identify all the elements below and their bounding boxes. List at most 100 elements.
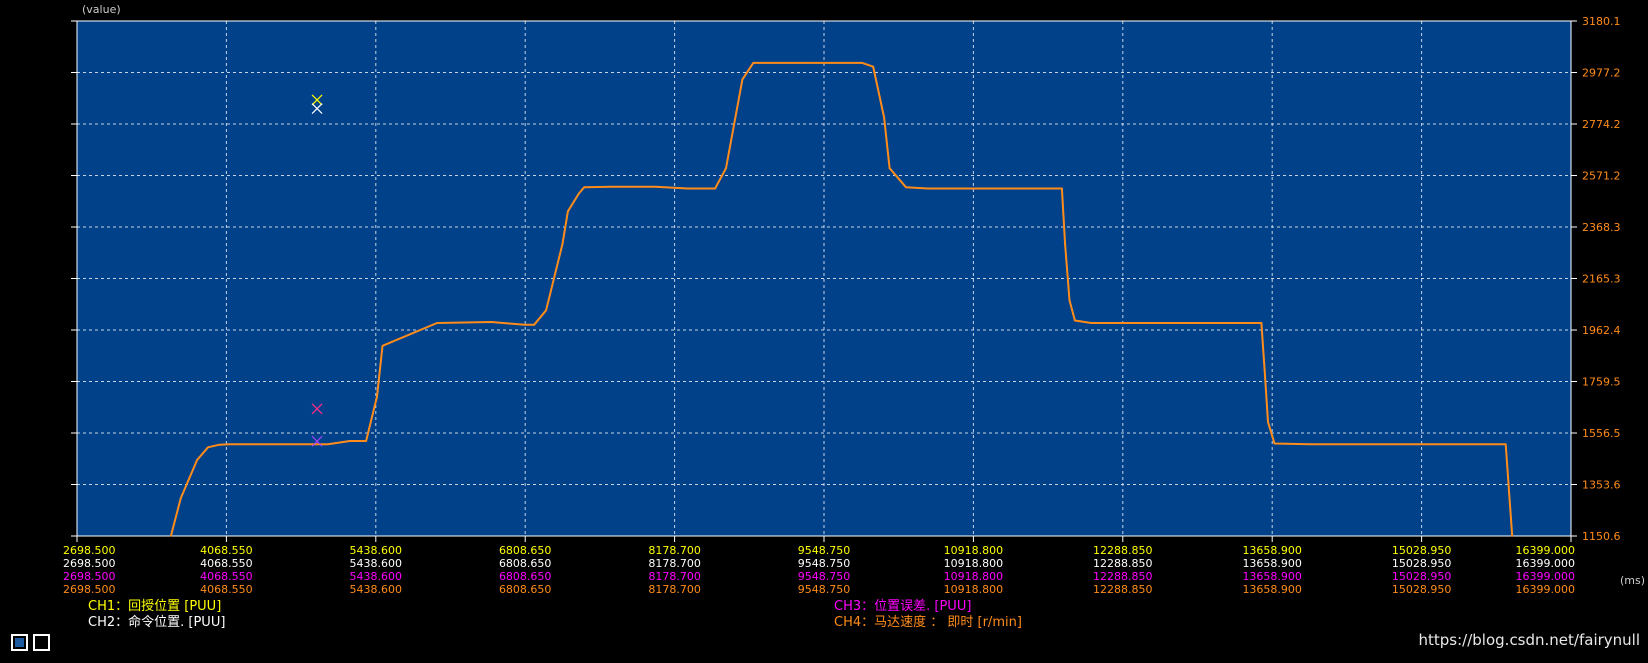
x-tick-label-ch3: 4068.550 — [200, 570, 253, 583]
data-point — [359, 440, 362, 442]
x-tick-label-ch1: 6808.650 — [499, 544, 552, 557]
x-tick-label-ch3: 16399.000 — [1516, 570, 1576, 583]
x-tick-label-ch3: 9548.750 — [798, 570, 851, 583]
x-tick-label-ch3: 12288.850 — [1093, 570, 1153, 583]
data-point — [1308, 443, 1311, 446]
x-tick-label-ch2: 4068.550 — [200, 557, 253, 570]
data-point — [207, 446, 209, 449]
data-point — [883, 116, 885, 119]
x-tick-label-ch1: 4068.550 — [200, 544, 253, 557]
x-tick-label-ch2: 8178.700 — [648, 557, 701, 570]
data-point — [1267, 421, 1269, 423]
x-tick-label-ch2: 15028.950 — [1392, 557, 1452, 570]
data-point — [1036, 187, 1038, 190]
x-tick-label-ch2: 9548.750 — [798, 557, 851, 570]
legend-ch2: CH2：命令位置. [PUU] — [88, 615, 226, 630]
data-point — [583, 186, 585, 188]
x-tick-label-ch2: 5438.600 — [350, 557, 403, 570]
data-point — [1508, 497, 1511, 499]
data-point — [261, 443, 264, 446]
x-tick-label-ch4: 9548.750 — [798, 583, 851, 596]
x-tick-label-ch1: 12288.850 — [1093, 544, 1153, 557]
x-tick-label-ch3: 5438.600 — [350, 570, 403, 583]
x-tick-label-ch2: 12288.850 — [1093, 557, 1153, 570]
x-tick-label-ch4: 2698.500 — [63, 583, 116, 596]
data-point — [872, 65, 874, 68]
data-point — [1061, 187, 1063, 190]
y-tick-label: 2977.2 — [1582, 67, 1621, 80]
view-toggle-button-a[interactable] — [11, 634, 28, 651]
data-point — [981, 187, 984, 190]
y-tick-label: 1353.6 — [1582, 479, 1621, 492]
y-tick-label: 2165.3 — [1582, 273, 1621, 286]
y-tick-label: 1962.4 — [1582, 324, 1621, 337]
data-point — [687, 187, 689, 190]
data-point — [327, 443, 329, 446]
data-point — [1273, 442, 1276, 445]
data-point — [533, 324, 535, 326]
data-point — [1504, 443, 1507, 446]
data-point — [180, 497, 182, 499]
x-tick-label-ch3: 15028.950 — [1392, 570, 1452, 583]
legend-ch3: CH3：位置误差. [PUU] — [834, 599, 972, 614]
x-tick-label-ch2: 6808.650 — [499, 557, 552, 570]
x-tick-label-ch1: 9548.750 — [798, 544, 851, 557]
x-tick-label-ch4: 4068.550 — [200, 583, 253, 596]
data-point — [578, 192, 580, 195]
data-point — [567, 210, 569, 213]
data-point — [752, 62, 755, 64]
data-point — [1064, 243, 1066, 246]
view-toggle-button-b[interactable] — [33, 634, 50, 651]
data-point — [490, 321, 493, 323]
x-tick-label-ch1: 5438.600 — [350, 544, 403, 557]
x-axis-ticks: 2698.500 4068.550 5438.600 6808.650 8178.700… — [63, 536, 1575, 596]
data-point — [1090, 322, 1093, 324]
data-point — [250, 443, 253, 446]
data-point — [381, 345, 384, 347]
data-point — [1511, 535, 1513, 537]
y-tick-label: 1759.5 — [1582, 376, 1621, 389]
data-point — [888, 167, 891, 169]
data-point — [545, 309, 547, 312]
x-tick-label-ch1: 10918.800 — [944, 544, 1004, 557]
x-tick-label-ch1: 13658.900 — [1242, 544, 1302, 557]
data-point — [725, 167, 727, 169]
x-tick-label-ch4: 16399.000 — [1516, 583, 1576, 596]
x-tick-label-ch1: 16399.000 — [1516, 544, 1576, 557]
data-point — [561, 243, 564, 246]
x-tick-label-ch3: 2698.500 — [63, 570, 116, 583]
x-tick-label-ch1: 2698.500 — [63, 544, 116, 557]
data-point — [1263, 370, 1266, 373]
x-tick-label-ch4: 13658.900 — [1242, 583, 1302, 596]
y-tick-label: 1556.5 — [1582, 427, 1621, 440]
x-tick-label-ch4: 8178.700 — [648, 583, 701, 596]
watermark: https://blog.csdn.net/fairynull — [1418, 631, 1640, 649]
legend-ch4: CH4：马达速度 ： 即时 [r/min] — [834, 615, 1022, 630]
data-point — [170, 535, 172, 537]
data-point — [272, 443, 275, 446]
data-point — [376, 395, 378, 398]
x-tick-label-ch2: 16399.000 — [1516, 557, 1576, 570]
x-tick-label-ch3: 13658.900 — [1242, 570, 1302, 583]
data-point — [239, 443, 242, 446]
data-point — [610, 185, 613, 188]
x-tick-label-ch2: 2698.500 — [63, 557, 116, 570]
oscilloscope-chart: 1150.6 1353.6 1556.5 1759.5 1962.4 2165.3 2368… — [63, 3, 1645, 596]
data-point — [1074, 319, 1076, 322]
x-tick-label-ch4: 15028.950 — [1392, 583, 1452, 596]
y-tick-label: 2368.3 — [1582, 221, 1621, 234]
x-tick-label-ch3: 8178.700 — [648, 570, 701, 583]
data-point — [436, 322, 438, 324]
data-point — [1068, 299, 1071, 302]
data-point — [905, 186, 907, 188]
data-point — [741, 78, 744, 81]
data-point — [861, 62, 864, 64]
data-point — [714, 187, 716, 190]
x-tick-label-ch3: 6808.650 — [499, 570, 552, 583]
data-point — [365, 440, 367, 442]
x-tick-label-ch1: 8178.700 — [648, 544, 701, 557]
x-axis-unit-label: (ms) — [1620, 574, 1645, 587]
x-tick-label-ch4: 12288.850 — [1093, 583, 1153, 596]
data-point — [807, 62, 809, 64]
data-point — [654, 185, 656, 188]
